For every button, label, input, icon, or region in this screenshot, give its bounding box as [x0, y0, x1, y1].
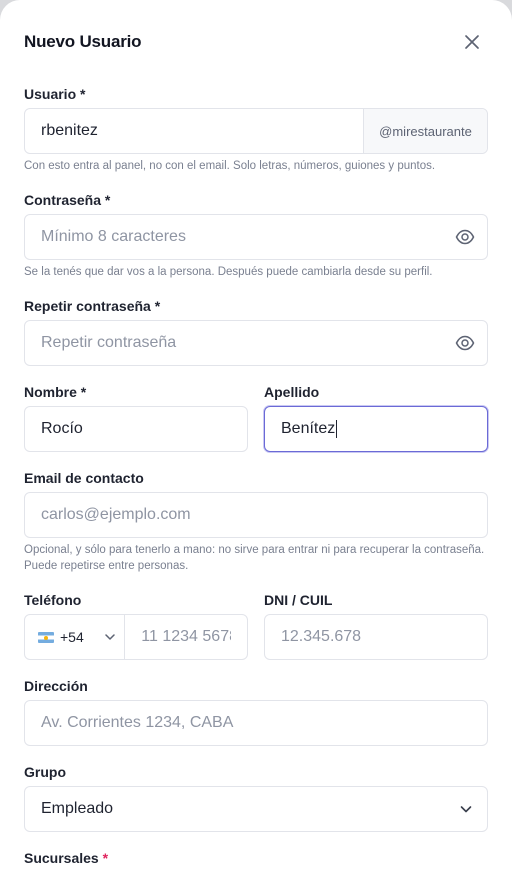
chevron-down-icon [460, 806, 472, 813]
email-input[interactable]: carlos@ejemplo.com [24, 492, 488, 538]
address-placeholder: Av. Corrientes 1234, CABA [41, 714, 234, 731]
phone-group: Teléfono +54 11 1234 5678 [24, 590, 248, 660]
group-select[interactable]: Empleado [24, 786, 488, 832]
close-button[interactable] [458, 28, 486, 56]
email-help: Opcional, y sólo para tenerlo a mano: no… [24, 544, 485, 572]
username-domain-addon: @mirestaurante [363, 109, 487, 153]
username-help: Con esto entra al panel, no con el email… [24, 160, 436, 172]
address-group: Dirección Av. Corrientes 1234, CABA [24, 676, 488, 746]
group-label: Grupo [24, 764, 66, 780]
first-name-group: Nombre * Rocío [24, 382, 248, 452]
last-name-value: Benítez [281, 420, 336, 437]
password-repeat-placeholder: Repetir contraseña [41, 334, 177, 351]
modal-title: Nuevo Usuario [24, 32, 142, 51]
username-group: Usuario * rbenitez @mirestaurante Con es… [24, 84, 488, 174]
last-name-label: Apellido [264, 384, 320, 400]
username-input[interactable]: rbenitez @mirestaurante [24, 108, 488, 154]
dni-group: DNI / CUIL 12.345.678 [264, 590, 488, 660]
last-name-group: Apellido Benítez [264, 382, 488, 452]
password-help: Se la tenés que dar vos a la persona. De… [24, 266, 433, 278]
username-label: Usuario * [24, 86, 86, 102]
first-name-input[interactable]: Rocío [24, 406, 248, 452]
group-group: Grupo Empleado [24, 762, 488, 832]
eye-icon[interactable] [455, 227, 475, 247]
last-name-input[interactable]: Benítez [264, 406, 488, 452]
modal-header: Nuevo Usuario [24, 0, 488, 84]
address-label: Dirección [24, 678, 88, 694]
dni-placeholder: 12.345.678 [281, 628, 362, 645]
phone-input: +54 11 1234 5678 [24, 614, 248, 660]
required-mark: * [102, 850, 109, 866]
branches-label-text: Sucursales [24, 850, 99, 866]
text-cursor [336, 420, 338, 438]
password-placeholder: Mínimo 8 caracteres [41, 228, 186, 245]
email-placeholder: carlos@ejemplo.com [41, 506, 191, 523]
password-repeat-label: Repetir contraseña * [24, 298, 161, 314]
chevron-down-icon [105, 634, 115, 640]
close-icon [465, 35, 479, 49]
email-group: Email de contacto carlos@ejemplo.com Opc… [24, 468, 488, 574]
country-code-select[interactable]: +54 [25, 615, 126, 659]
phone-label: Teléfono [24, 592, 82, 608]
branches-label: Sucursales * [24, 848, 488, 868]
password-label: Contraseña * [24, 192, 111, 208]
password-group: Contraseña * Mínimo 8 caracteres Se la t… [24, 190, 488, 280]
first-name-value: Rocío [41, 420, 83, 437]
email-label: Email de contacto [24, 470, 144, 486]
group-select-value: Empleado [41, 800, 114, 817]
new-user-modal: Nuevo Usuario Usuario * rbenitez @mirest… [0, 0, 512, 880]
argentina-flag-icon [38, 631, 54, 643]
dni-input[interactable]: 12.345.678 [264, 614, 488, 660]
branches-group: Sucursales * [24, 848, 488, 868]
password-repeat-input[interactable]: Repetir contraseña [24, 320, 488, 366]
password-repeat-group: Repetir contraseña * Repetir contraseña [24, 296, 488, 366]
phone-number-placeholder[interactable]: 11 1234 5678 [125, 628, 231, 646]
country-code-value: +54 [60, 629, 84, 645]
username-value: rbenitez [41, 122, 98, 139]
eye-icon[interactable] [455, 333, 475, 353]
password-input[interactable]: Mínimo 8 caracteres [24, 214, 488, 260]
dni-label: DNI / CUIL [264, 592, 333, 608]
first-name-label: Nombre * [24, 384, 87, 400]
address-input[interactable]: Av. Corrientes 1234, CABA [24, 700, 488, 746]
